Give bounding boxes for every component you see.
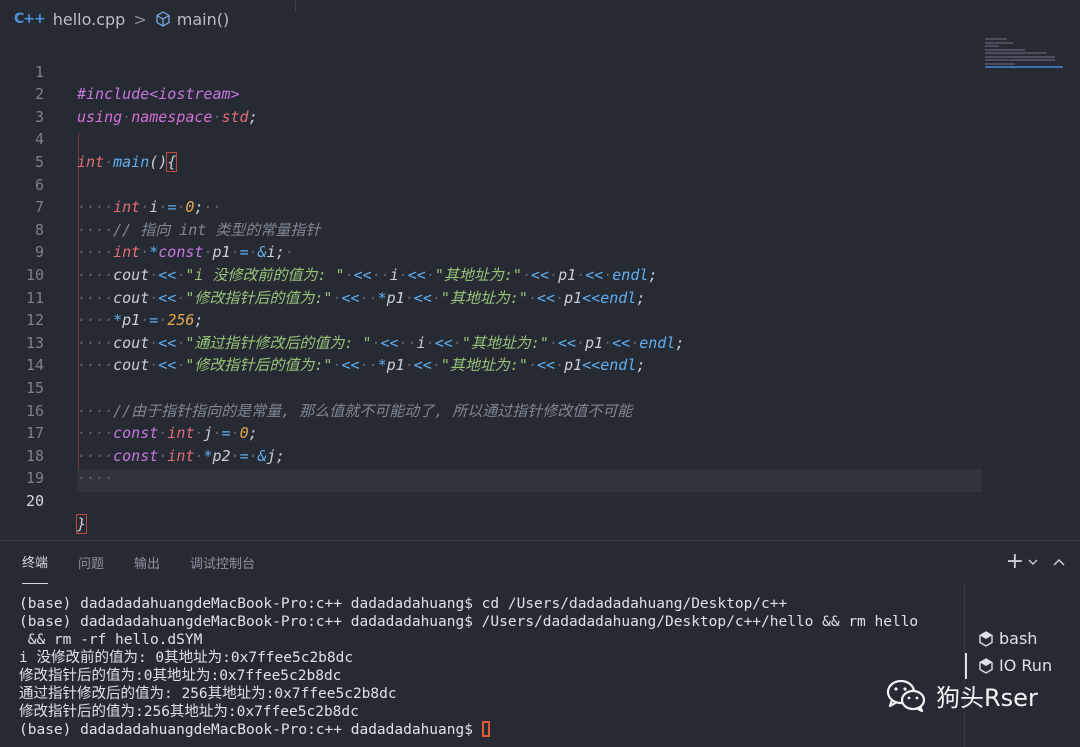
code-line: 6 ····int·i·=·0;·· <box>0 151 1080 217</box>
panel-actions: + <box>1006 551 1066 573</box>
tab-terminal[interactable]: 终端 <box>22 540 49 584</box>
terminal-line: (base) dadadadahuangdeMacBook-Pro:c++ da… <box>19 596 788 612</box>
code-line: 17 ····const·int·*p2·=·&j; <box>0 400 1080 465</box>
breadcrumb-symbol[interactable]: main() <box>177 10 229 29</box>
terminal-hex-icon <box>979 630 993 647</box>
terminal-line: i 没修改前的值为: 0其地址为:0x7ffee5c2b8dc <box>19 650 354 666</box>
code-line: 10 ····cout·<<·"修改指针后的值为:"·<<··*p1·<<·"其… <box>0 241 1080 307</box>
terminal-item-io-run[interactable]: IO Run <box>964 653 1053 679</box>
code-line: 13 ····cout·<<·"修改指针后的值为:"·<<··*p1·<<·"其… <box>0 309 1080 375</box>
terminal-list: bash IO Run <box>964 583 1080 747</box>
code-line: 4 int·main(){ <box>0 106 1080 172</box>
code-line: 1 #include<iostream> <box>0 38 1080 104</box>
method-cube-icon <box>156 11 170 27</box>
wechat-icon <box>886 679 926 712</box>
tab-output[interactable]: 输出 <box>134 541 160 584</box>
breadcrumb-file[interactable]: hello.cpp <box>53 10 126 29</box>
code-line: 3 <box>0 83 1080 126</box>
code-editor[interactable]: 1 #include<iostream> 2 using·namespace·s… <box>0 38 1080 538</box>
code-line: 5 <box>0 128 1080 171</box>
watermark-text: 狗头Rser <box>936 684 1038 712</box>
code-line: 11 ····*p1·=·256; <box>0 264 1080 330</box>
code-line: 20 } <box>0 467 1080 534</box>
terminal-line: && rm -rf hello.dSYM <box>19 632 203 648</box>
code-line: 14 <box>0 332 1080 374</box>
code-line: 8 ····int·*const·p1·=·&i;· <box>0 196 1080 262</box>
bottom-panel: 终端 问题 输出 调试控制台 + (base) dadadadahuangdeM… <box>0 540 1080 747</box>
terminal-line: 修改指针后的值为:256其地址为:0x7ffee5c2b8dc <box>19 704 359 720</box>
tab-divider <box>295 0 296 12</box>
terminal-item-bash[interactable]: bash <box>979 629 1037 648</box>
breadcrumb: C++ hello.cpp > main() <box>0 0 1080 38</box>
code-line: 12 ····cout·<<·"通过指针修改后的值为: "·<<··i·<<·"… <box>0 287 1080 352</box>
chevron-down-icon <box>1028 559 1038 565</box>
terminal-line: (base) dadadadahuangdeMacBook-Pro:c++ da… <box>19 614 919 630</box>
cpp-file-icon: C++ <box>14 11 46 27</box>
add-terminal-button[interactable]: + <box>1006 551 1038 573</box>
terminal-prompt: (base) dadadadahuangdeMacBook-Pro:c++ da… <box>19 722 482 738</box>
terminal-cursor <box>481 721 490 737</box>
tab-debug-console[interactable]: 调试控制台 <box>190 541 255 584</box>
matching-brace: } <box>75 513 88 534</box>
panel-tabs: 终端 问题 输出 调试控制台 <box>0 540 285 584</box>
chevron-up-icon[interactable] <box>1052 551 1066 573</box>
wechat-watermark: 狗头Rser <box>886 678 1038 713</box>
code-line: 19 <box>0 445 1080 487</box>
terminal-line: 修改指针后的值为:0其地址为:0x7ffee5c2b8dc <box>19 668 342 684</box>
terminal-hex-icon <box>979 657 993 674</box>
code-line: 7 ····// 指向 int 类型的常量指针 <box>0 174 1080 239</box>
terminal-item-label: bash <box>999 629 1038 648</box>
line-number: 20 <box>25 491 44 510</box>
terminal-line: 通过指针修改后的值为: 256其地址为:0x7ffee5c2b8dc <box>19 686 397 702</box>
tab-problems[interactable]: 问题 <box>78 541 104 584</box>
code-line: 2 using·namespace·std; <box>0 61 1080 126</box>
code-line: 18 ···· <box>0 422 1080 488</box>
code-line: 16 ····const·int·j·=·0; <box>0 377 1080 443</box>
breadcrumb-separator: > <box>133 9 147 29</box>
code-line: 9 ····cout·<<·"i 没修改前的值为: "·<<··i·<<·"其地… <box>0 219 1080 284</box>
plus-icon: + <box>1005 549 1024 574</box>
terminal-item-label: IO Run <box>999 656 1053 675</box>
code-line: 15 ····//由于指针指向的是常量, 那么值就不可能动了, 所以通过指针修改… <box>0 354 1080 420</box>
terminal-output[interactable]: (base) dadadadahuangdeMacBook-Pro:c++ da… <box>19 595 918 739</box>
